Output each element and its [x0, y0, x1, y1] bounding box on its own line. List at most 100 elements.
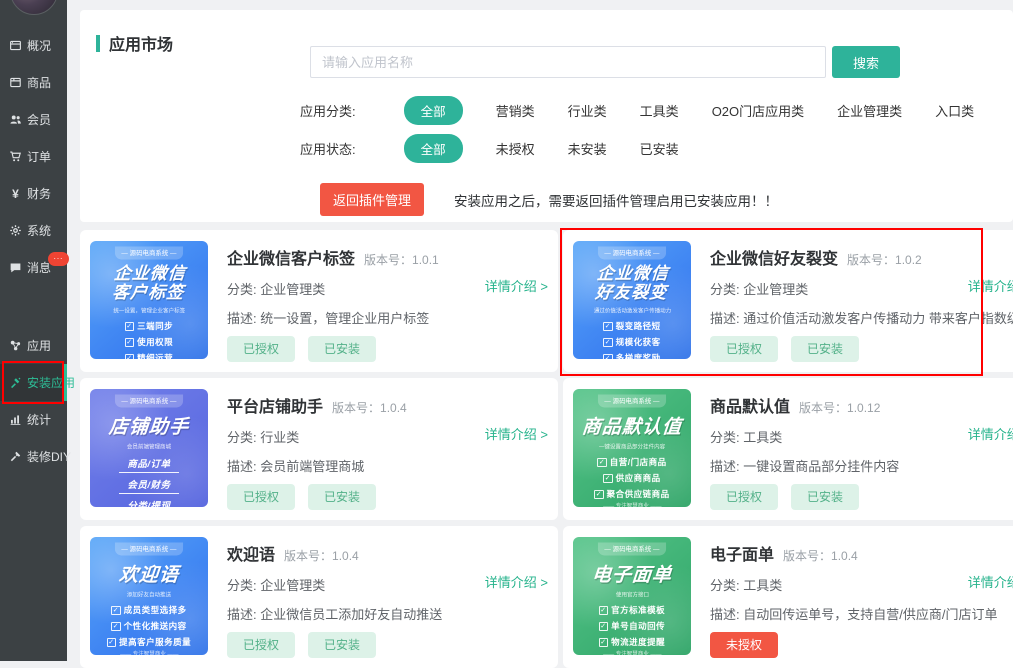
authorized-badge: 已授权	[227, 632, 295, 658]
status-option-all[interactable]: 全部	[404, 134, 463, 163]
installed-badge: 已安装	[791, 484, 859, 510]
sidebar-item-label: 商品	[27, 74, 51, 91]
detail-link[interactable]: 详情介绍 >	[968, 572, 1013, 591]
status-option-installed[interactable]: 已安装	[640, 139, 679, 158]
app-name: 商品默认值版本号：1.0.12	[710, 389, 1013, 417]
notice-text: 安装应用之后，需要返回插件管理启用已安装应用！！	[454, 190, 778, 210]
app-description: 描述: 一键设置商品部分挂件内容	[710, 456, 1013, 475]
category-option-all[interactable]: 全部	[404, 96, 463, 125]
app-version: 版本号：1.0.1	[364, 253, 439, 267]
sidebar-item-label: 会员	[27, 111, 51, 128]
status-filter-label: 应用状态:	[300, 139, 356, 158]
app-market-panel: 应用市场 搜索 应用分类: 全部 营销类 行业类 工具类 O2O门店应用类 企业…	[80, 10, 1013, 222]
category-filter-row: 应用分类: 全部 营销类 行业类 工具类 O2O门店应用类 企业管理类 入口类	[300, 96, 974, 125]
detail-link[interactable]: 详情介绍 >	[485, 572, 548, 591]
yen-icon: ¥	[9, 187, 22, 201]
app-name: 平台店铺助手版本号：1.0.4	[227, 389, 547, 417]
detail-link[interactable]: 详情介绍 >	[968, 276, 1013, 295]
chart-icon	[9, 413, 22, 426]
sidebar-item-label: 统计	[27, 411, 51, 428]
members-icon	[9, 113, 22, 126]
app-logo: — 源码电商系统 — 商品默认值 一键设置商品部分挂件内容 ✓自营/门店商品 ✓…	[573, 389, 691, 507]
install-icon	[9, 376, 22, 389]
status-option-not-installed[interactable]: 未安装	[568, 139, 607, 158]
nodes-icon	[9, 339, 22, 352]
app-description: 描述: 会员前端管理商城	[227, 456, 547, 475]
authorized-badge: 已授权	[227, 336, 295, 362]
detail-link[interactable]: 详情介绍 >	[485, 276, 548, 295]
sidebar-item-installed-apps[interactable]: 安装应用	[0, 364, 67, 401]
sidebar-item-label: 系统	[27, 222, 51, 239]
authorized-badge: 已授权	[710, 484, 778, 510]
search-row: 搜索	[310, 46, 900, 78]
sidebar-item-members[interactable]: 会员	[0, 101, 67, 138]
notice-row: 返回插件管理 安装应用之后，需要返回插件管理启用已安装应用！！	[320, 183, 778, 216]
sidebar-item-statistics[interactable]: 统计	[0, 401, 67, 438]
sidebar: 概况 商品 会员 订单 ¥ 财务 系统 消息 ...	[0, 0, 67, 661]
status-option-unauthorized[interactable]: 未授权	[496, 139, 535, 158]
status-badges: 已授权 已安装	[710, 336, 859, 362]
app-logo: — 源码电商系统 — 店铺助手 会员前端管理商城 ✓商品/订单 ✓会员/财务 ✓…	[90, 389, 208, 507]
sidebar-item-label: 财务	[27, 185, 51, 202]
installed-badge: 已安装	[308, 336, 376, 362]
app-name: 电子面单版本号：1.0.4	[710, 537, 1013, 565]
search-button[interactable]: 搜索	[832, 46, 900, 78]
app-logo: — 源码电商系统 — 企业微信客户标签 统一设置，管理企业客户标签 ✓三端同步 …	[90, 241, 208, 359]
sidebar-item-overview[interactable]: 概况	[0, 27, 67, 64]
avatar[interactable]	[10, 0, 58, 15]
sidebar-item-label: 订单	[27, 148, 51, 165]
app-version: 版本号：1.0.4	[783, 549, 858, 563]
app-card-wecom-friend-fission: — 源码电商系统 — 企业微信好友裂变 通过价值活动激发客户传播动力 ✓裂变路径…	[563, 230, 1013, 372]
back-to-plugin-manager-button[interactable]: 返回插件管理	[320, 183, 424, 216]
title-accent-bar	[96, 35, 100, 52]
sidebar-spacer	[0, 286, 67, 327]
unauthorized-badge: 未授权	[710, 632, 778, 658]
status-filter-row: 应用状态: 全部 未授权 未安装 已安装	[300, 134, 679, 163]
status-badges: 已授权 已安装	[710, 484, 859, 510]
message-count-badge: ...	[48, 252, 69, 266]
status-badges: 未授权	[710, 632, 778, 658]
app-version: 版本号：1.0.12	[799, 401, 880, 415]
sidebar-item-messages[interactable]: 消息 ...	[0, 249, 67, 286]
category-option-o2o[interactable]: O2O门店应用类	[712, 101, 804, 120]
app-logo: — 源码电商系统 — 企业微信好友裂变 通过价值活动激发客户传播动力 ✓裂变路径…	[573, 241, 691, 359]
app-card-wecom-customer-tags: — 源码电商系统 — 企业微信客户标签 统一设置，管理企业客户标签 ✓三端同步 …	[80, 230, 558, 372]
sidebar-item-goods[interactable]: 商品	[0, 64, 67, 101]
category-option-tools[interactable]: 工具类	[640, 101, 679, 120]
app-version: 版本号：1.0.4	[284, 549, 359, 563]
app-version: 版本号：1.0.2	[847, 253, 922, 267]
sidebar-item-orders[interactable]: 订单	[0, 138, 67, 175]
sidebar-item-system[interactable]: 系统	[0, 212, 67, 249]
category-option-industry[interactable]: 行业类	[568, 101, 607, 120]
search-input[interactable]	[310, 46, 826, 78]
chat-icon	[9, 261, 22, 274]
sidebar-item-label: 应用	[27, 337, 51, 354]
app-card-grid: — 源码电商系统 — 企业微信客户标签 统一设置，管理企业客户标签 ✓三端同步 …	[80, 230, 1013, 668]
detail-link[interactable]: 详情介绍 >	[968, 424, 1013, 443]
sidebar-item-finance[interactable]: ¥ 财务	[0, 175, 67, 212]
app-description: 描述: 通过价值活动激发客户传播动力 带来客户指数级新增	[710, 308, 1013, 327]
gear-icon	[9, 224, 22, 237]
hammer-icon	[9, 450, 22, 463]
sidebar-item-label: 装修DIY	[27, 448, 71, 465]
app-description: 描述: 自动回传运单号，支持自营/供应商/门店订单	[710, 604, 1013, 623]
app-logo: — 源码电商系统 — 欢迎语 添加好友自动推送 ✓成员类型选择多 ✓个性化推送内…	[90, 537, 208, 655]
category-option-marketing[interactable]: 营销类	[496, 101, 535, 120]
cart-icon	[9, 150, 22, 163]
app-card-welcome-message: — 源码电商系统 — 欢迎语 添加好友自动推送 ✓成员类型选择多 ✓个性化推送内…	[80, 526, 558, 668]
category-filter-label: 应用分类:	[300, 101, 356, 120]
sidebar-item-apps[interactable]: 应用	[0, 327, 67, 364]
app-logo: — 源码电商系统 — 电子面单 使用官方接口 ✓官方标准模板 ✓单号自动回传 ✓…	[573, 537, 691, 655]
category-option-entry[interactable]: 入口类	[935, 101, 974, 120]
dashboard-icon	[9, 39, 22, 52]
app-version: 版本号：1.0.4	[332, 401, 407, 415]
app-card-product-defaults: — 源码电商系统 — 商品默认值 一键设置商品部分挂件内容 ✓自营/门店商品 ✓…	[563, 378, 1013, 520]
detail-link[interactable]: 详情介绍 >	[485, 424, 548, 443]
sidebar-item-decoration-diy[interactable]: 装修DIY	[0, 438, 67, 475]
app-description: 描述: 企业微信员工添加好友自动推送	[227, 604, 547, 623]
status-badges: 已授权 已安装	[227, 336, 376, 362]
sidebar-nav: 概况 商品 会员 订单 ¥ 财务 系统 消息 ...	[0, 27, 67, 475]
category-option-enterprise[interactable]: 企业管理类	[837, 101, 902, 120]
authorized-badge: 已授权	[227, 484, 295, 510]
installed-badge: 已安装	[308, 484, 376, 510]
